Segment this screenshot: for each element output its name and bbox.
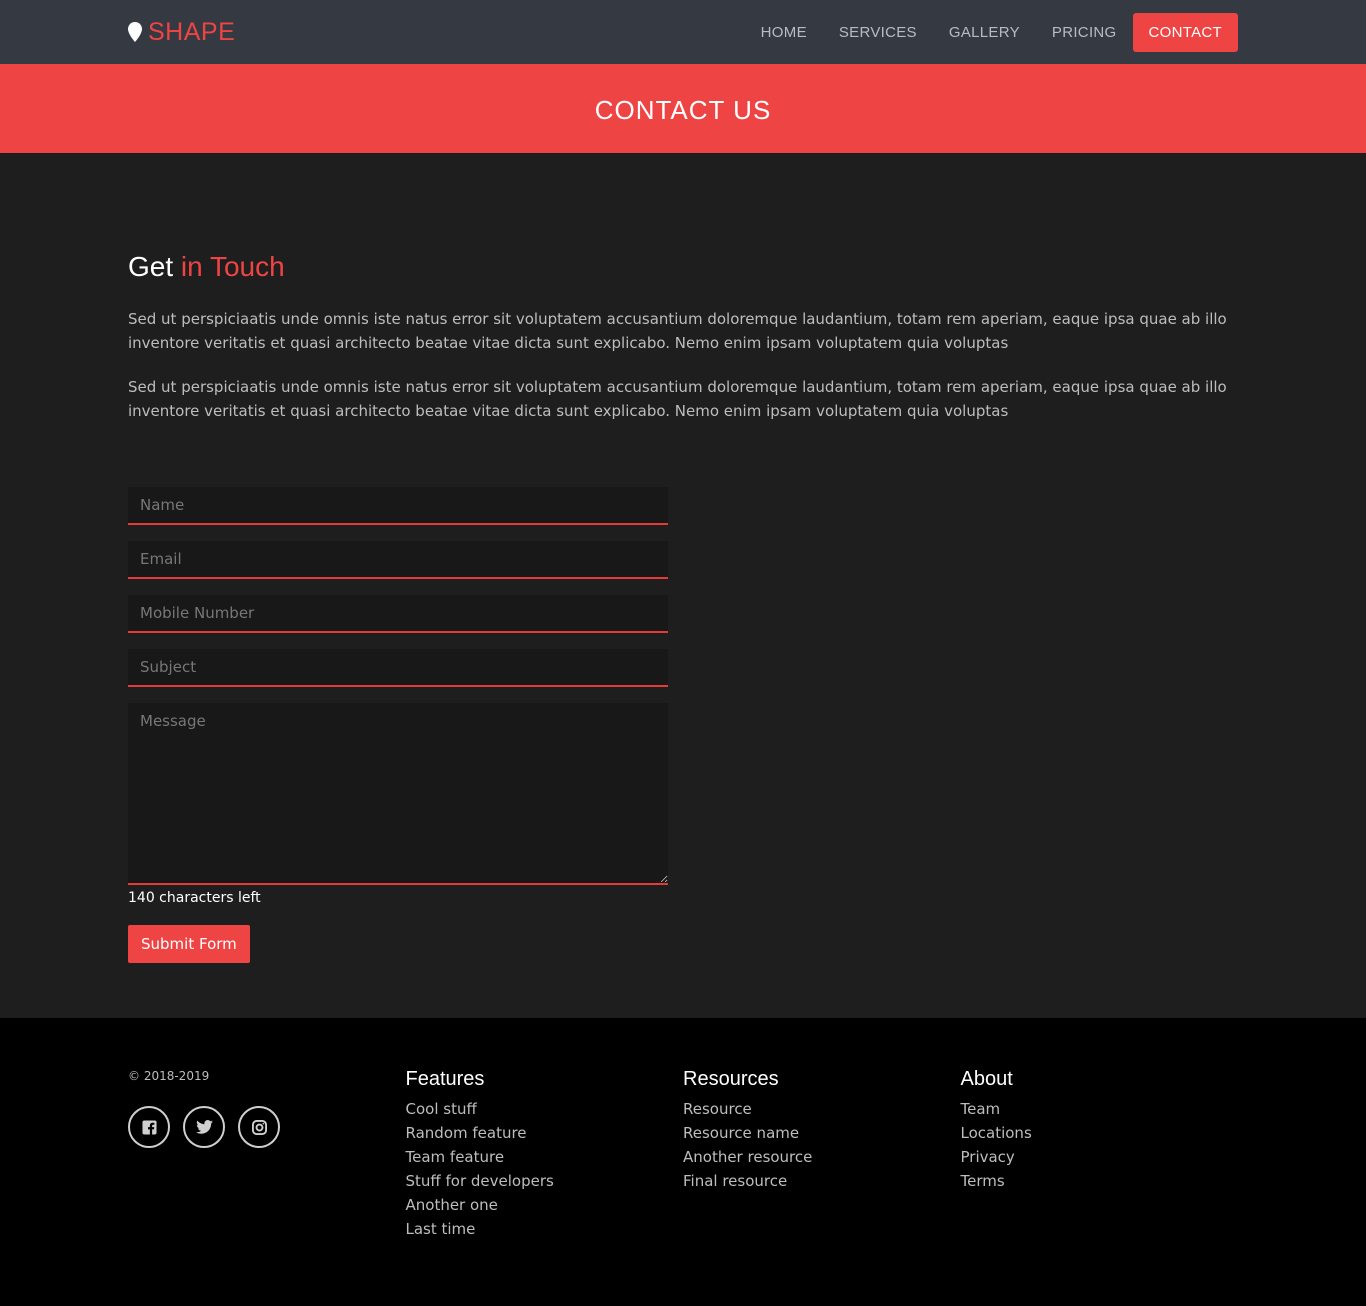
email-field[interactable] [128, 541, 668, 579]
nav-gallery[interactable]: GALLERY [933, 13, 1036, 52]
footer-link[interactable]: Another one [406, 1196, 498, 1214]
footer-link[interactable]: Last time [406, 1220, 476, 1238]
footer-link[interactable]: Team [961, 1100, 1001, 1118]
footer-link[interactable]: Privacy [961, 1148, 1015, 1166]
heading-plain: Get [128, 251, 174, 282]
social-links [128, 1106, 406, 1148]
nav-contact[interactable]: CONTACT [1132, 12, 1238, 52]
instagram-link[interactable] [238, 1106, 280, 1148]
twitter-link[interactable] [183, 1106, 225, 1148]
footer-link[interactable]: Terms [961, 1172, 1005, 1190]
page-title: CONTACT US [594, 94, 772, 125]
footer-link[interactable]: Another resource [683, 1148, 812, 1166]
footer-link[interactable]: Team feature [406, 1148, 505, 1166]
subject-field[interactable] [128, 649, 668, 687]
navbar: SHAPE HOME SERVICES GALLERY PRICING CONT… [0, 0, 1366, 64]
facebook-link[interactable] [128, 1106, 170, 1148]
intro-paragraph: Sed ut perspiciaatis unde omnis iste nat… [128, 310, 1227, 352]
facebook-icon [141, 1119, 157, 1135]
nav-services[interactable]: SERVICES [823, 13, 933, 52]
footer-link[interactable]: Cool stuff [406, 1100, 477, 1118]
section-heading: Get in Touch [128, 251, 1238, 283]
footer: © 2018-2019 Features Cool stuff Random f… [0, 1018, 1366, 1306]
nav-pricing[interactable]: PRICING [1036, 13, 1133, 52]
footer-link[interactable]: Locations [961, 1124, 1032, 1142]
intro-paragraph: Sed ut perspiciaatis unde omnis iste nat… [128, 378, 1227, 420]
copyright: © 2018-2019 [128, 1069, 210, 1083]
footer-heading: Features [405, 1068, 485, 1090]
brand-name: SHAPE [148, 17, 236, 46]
nav-home[interactable]: HOME [745, 13, 823, 52]
twitter-icon [195, 1120, 213, 1134]
footer-link[interactable]: Final resource [683, 1172, 787, 1190]
character-counter: 140 characters left [128, 890, 261, 906]
contact-section: Get in Touch Sed ut perspiciaatis unde o… [0, 153, 1366, 1018]
footer-link[interactable]: Random feature [406, 1124, 527, 1142]
heading-accent: in Touch [180, 251, 285, 282]
footer-link[interactable]: Resource name [683, 1124, 799, 1142]
name-field[interactable] [128, 487, 668, 525]
brand-logo[interactable]: SHAPE [128, 18, 235, 47]
footer-link[interactable]: Stuff for developers [406, 1172, 554, 1190]
footer-heading: Resources [683, 1068, 779, 1090]
submit-button[interactable]: Submit Form [128, 925, 250, 963]
footer-brand-column: © 2018-2019 [128, 1068, 406, 1243]
footer-link[interactable]: Resource [683, 1100, 752, 1118]
map-marker-icon [128, 22, 142, 42]
contact-form: 140 characters left Submit Form [128, 487, 668, 963]
footer-about-column: About Team Locations Privacy Terms [961, 1068, 1239, 1243]
main-nav: HOME SERVICES GALLERY PRICING CONTACT [745, 12, 1238, 52]
instagram-icon [251, 1119, 267, 1135]
message-field[interactable] [128, 703, 668, 885]
page-banner: CONTACT US [0, 64, 1366, 153]
footer-features-column: Features Cool stuff Random feature Team … [406, 1068, 684, 1243]
footer-heading: About [960, 1068, 1013, 1090]
mobile-field[interactable] [128, 595, 668, 633]
footer-resources-column: Resources Resource Resource name Another… [683, 1068, 961, 1243]
